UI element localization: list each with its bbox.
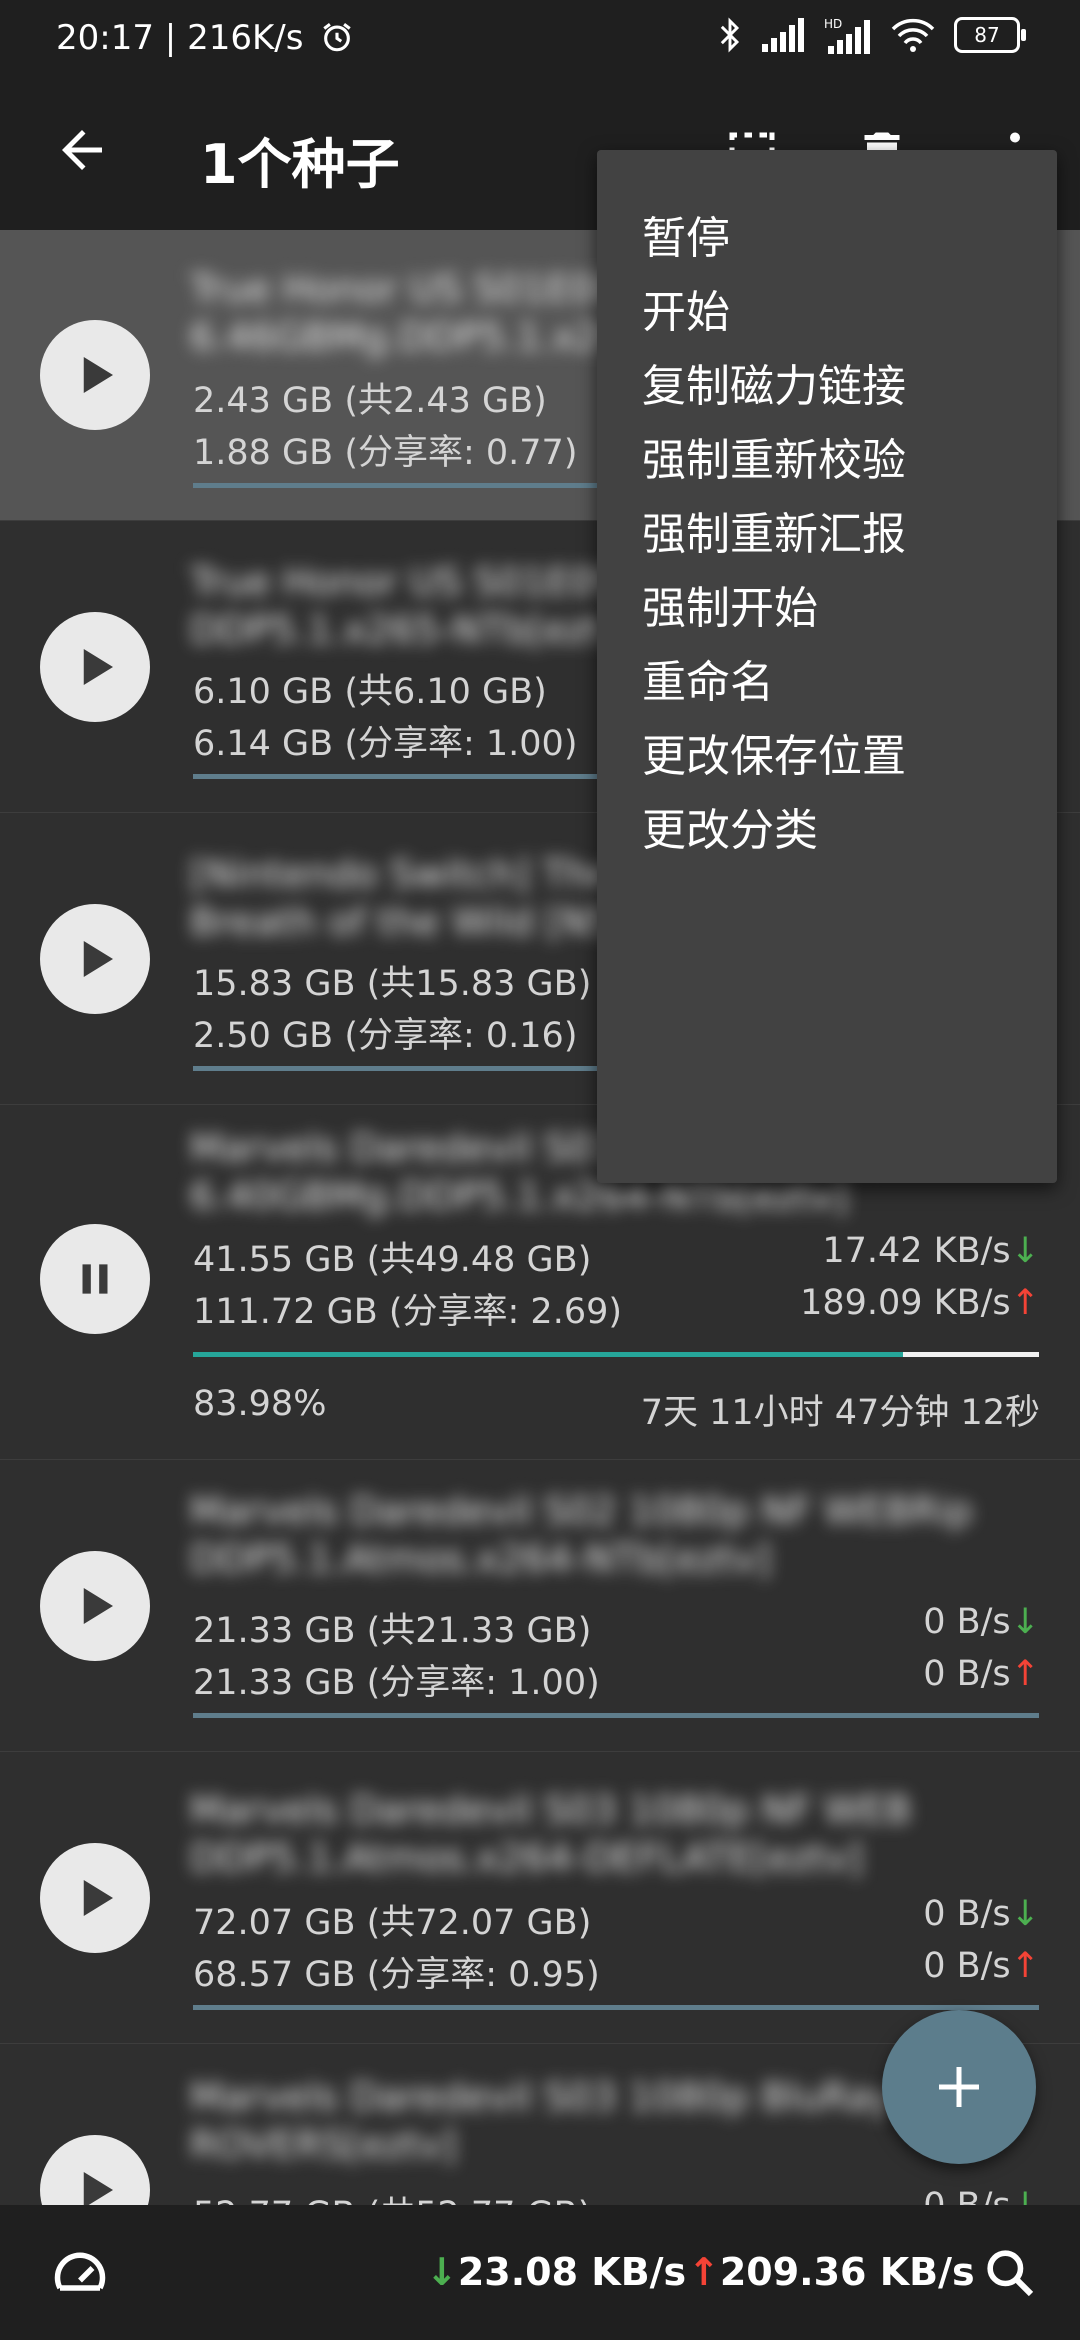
status-bar: 20:17 | 216K/s HD 87	[0, 0, 1080, 75]
upload-speed: 189.09 KB/s↑	[800, 1283, 1040, 1323]
progress-bar	[193, 2005, 1039, 2010]
svg-text:HD: HD	[824, 17, 842, 31]
eta: 7天 11小时 47分钟 12秒	[640, 1393, 1040, 1433]
battery-level: 87	[974, 23, 1000, 47]
arrow-down-icon: ↓	[426, 2250, 458, 2294]
play-button[interactable]	[40, 612, 150, 722]
torrent-uploaded: 21.33 GB (分享率: 1.00)	[193, 1663, 600, 1703]
play-button[interactable]	[40, 1551, 150, 1661]
menu-item-change-category[interactable]: 更改分类	[642, 794, 818, 858]
arrow-down-icon: ↓	[1010, 1894, 1040, 1934]
torrent-uploaded: 1.88 GB (分享率: 0.77)	[193, 433, 578, 473]
total-download-value: 23.08 KB/s	[457, 2250, 687, 2294]
upload-speed: 0 B/s↑	[923, 1654, 1040, 1694]
progress-fill	[193, 1352, 904, 1357]
status-time: 20:17	[56, 18, 154, 58]
torrent-uploaded: 2.50 GB (分享率: 0.16)	[193, 1016, 578, 1056]
pause-button[interactable]	[40, 1224, 150, 1334]
torrent-name: Marvels Daredevil S02 1080p NF WEBRip DD…	[190, 1489, 973, 1581]
status-left: 20:17 | 216K/s	[56, 18, 354, 58]
play-icon	[83, 357, 113, 393]
battery-icon: 87	[954, 17, 1026, 53]
bottom-bar: ↓23.08 KB/s ↑209.36 KB/s	[0, 2205, 1080, 2340]
menu-item-change-location[interactable]: 更改保存位置	[642, 720, 906, 784]
download-speed: 17.42 KB/s↓	[822, 1231, 1040, 1271]
download-speed: 0 B/s↓	[923, 1602, 1040, 1642]
arrow-up-icon: ↑	[688, 2250, 720, 2294]
download-speed: 0 B/s↓	[923, 1894, 1040, 1934]
progress-bar	[193, 1713, 1039, 1718]
upload-speed: 0 B/s↑	[923, 1946, 1040, 1986]
page-title: 1个种子	[200, 133, 400, 196]
play-icon	[83, 941, 113, 977]
play-button[interactable]	[40, 1843, 150, 1953]
torrent-size: 21.33 GB (共21.33 GB)	[193, 1611, 592, 1651]
menu-item-rename[interactable]: 重命名	[642, 646, 774, 710]
torrent-item[interactable]: Marvels Daredevil S03 1080p NF WEB DDP5.…	[0, 1751, 1080, 2044]
torrent-size: 52.77 GB (共52.77 GB)	[193, 2186, 591, 2205]
torrent-uploaded: 6.14 GB (分享率: 1.00)	[193, 724, 578, 764]
download-speed-value: 0 B/s	[923, 1894, 1011, 1934]
menu-item-start[interactable]: 开始	[642, 276, 730, 340]
bluetooth-icon	[720, 17, 740, 53]
total-upload-value: 209.36 KB/s	[719, 2250, 975, 2294]
torrent-size: 15.83 GB (共15.83 GB)	[193, 964, 592, 1004]
arrow-down-icon: ↓	[1010, 1231, 1040, 1271]
menu-item-pause[interactable]: 暂停	[642, 202, 730, 266]
alarm-icon	[323, 23, 351, 52]
wifi-icon	[891, 18, 935, 52]
upload-speed-value: 0 B/s	[923, 1946, 1011, 1986]
status-separator: |	[164, 18, 188, 58]
download-speed: 0 B/s↓	[923, 2186, 1040, 2205]
torrent-item[interactable]: Marvels Daredevil S02 1080p NF WEBRip DD…	[0, 1459, 1080, 1752]
menu-item-copy-magnet[interactable]: 复制磁力链接	[642, 350, 906, 414]
download-speed-value: 0 B/s	[923, 1602, 1011, 1642]
speedometer-icon[interactable]	[48, 2243, 112, 2303]
torrent-size: 6.10 GB (共6.10 GB)	[193, 672, 547, 712]
torrent-size: 72.07 GB (共72.07 GB)	[193, 1903, 592, 1943]
progress-percent: 83.98%	[193, 1384, 327, 1424]
total-upload-speed: ↑209.36 KB/s	[688, 2250, 975, 2294]
arrow-up-icon: ↑	[1010, 1946, 1040, 1986]
status-net-speed: 216K/s	[187, 18, 304, 58]
download-speed-value: 17.42 KB/s	[822, 1231, 1011, 1271]
signal-hd-icon: HD	[824, 17, 870, 54]
play-icon	[83, 1588, 113, 1624]
status-right: HD 87	[716, 16, 1026, 54]
total-download-speed: ↓23.08 KB/s	[426, 2250, 686, 2294]
add-torrent-fab[interactable]	[882, 2010, 1036, 2164]
progress-bar	[193, 1352, 1039, 1357]
play-button[interactable]	[40, 320, 150, 430]
arrow-down-icon: ↓	[1011, 2186, 1040, 2205]
play-icon	[83, 2172, 113, 2205]
play-button[interactable]	[40, 904, 150, 1014]
menu-item-force-reannounce[interactable]: 强制重新汇报	[642, 498, 906, 562]
torrent-size: 41.55 GB (共49.48 GB)	[193, 1240, 592, 1280]
download-speed-value: 0 B/s	[923, 2186, 1010, 2205]
menu-item-force-start[interactable]: 强制开始	[642, 572, 818, 636]
play-icon	[83, 1880, 113, 1916]
torrent-size: 2.43 GB (共2.43 GB)	[193, 381, 547, 421]
back-arrow-icon[interactable]	[52, 120, 112, 180]
arrow-down-icon: ↓	[1010, 1602, 1040, 1642]
pause-icon	[82, 1264, 108, 1294]
torrent-name: Marvels Daredevil S03 1080p NF WEB DDP5.…	[190, 1788, 912, 1880]
play-button[interactable]	[40, 2135, 150, 2205]
torrent-uploaded: 111.72 GB (分享率: 2.69)	[193, 1292, 623, 1332]
search-icon[interactable]	[982, 2245, 1038, 2301]
upload-speed-value: 0 B/s	[923, 1654, 1011, 1694]
arrow-up-icon: ↑	[1010, 1654, 1040, 1694]
overflow-menu: 暂停 开始 复制磁力链接 强制重新校验 强制重新汇报 强制开始 重命名 更改保存…	[597, 150, 1057, 1183]
menu-item-force-recheck[interactable]: 强制重新校验	[642, 424, 906, 488]
torrent-uploaded: 68.57 GB (分享率: 0.95)	[193, 1955, 600, 1995]
plus-icon	[939, 2067, 979, 2107]
upload-speed-value: 189.09 KB/s	[800, 1283, 1011, 1323]
signal-icon	[762, 18, 804, 52]
play-icon	[83, 649, 113, 685]
arrow-up-icon: ↑	[1010, 1283, 1040, 1323]
